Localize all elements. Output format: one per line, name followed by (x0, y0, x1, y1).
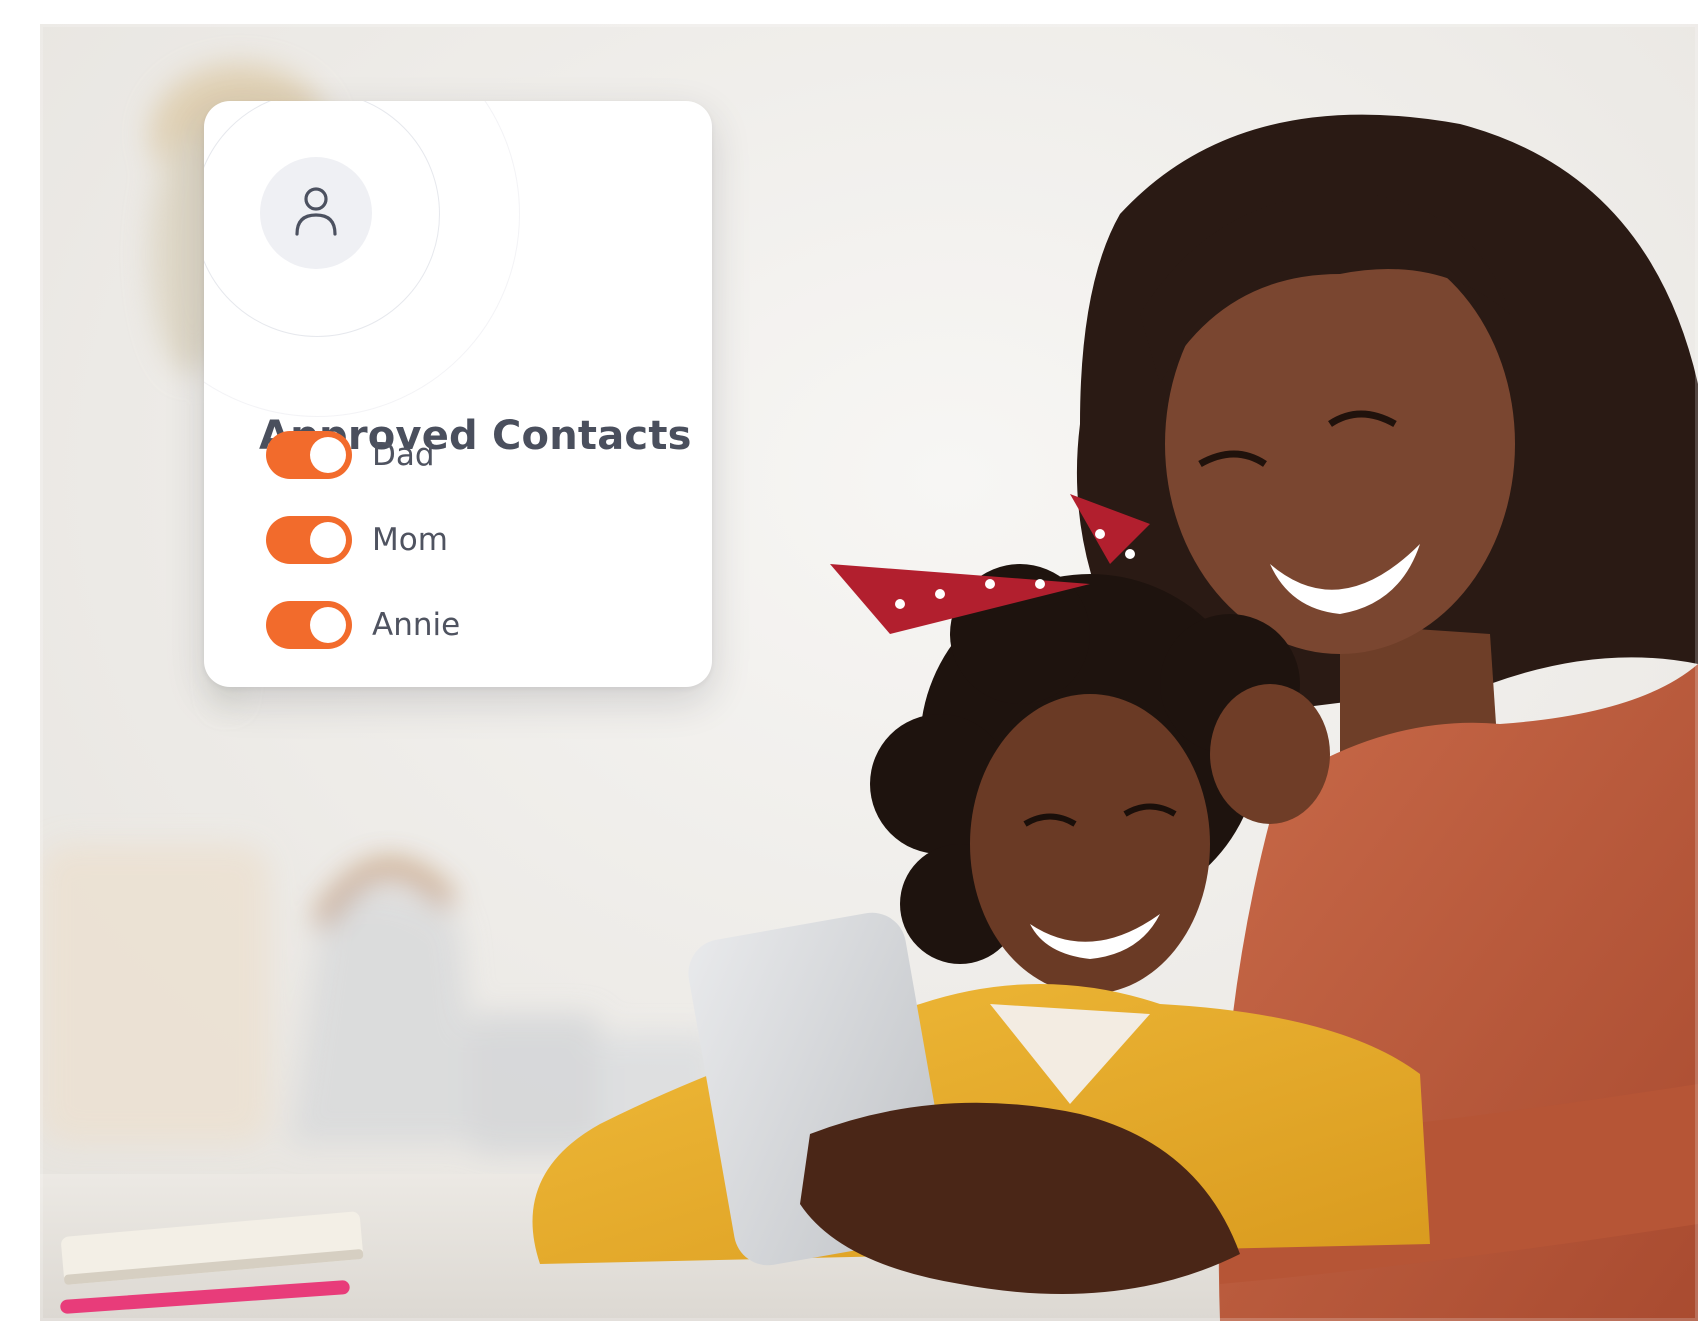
contact-row-annie[interactable]: Annie (266, 601, 460, 649)
toggle-knob (310, 522, 346, 558)
toggle-knob (310, 437, 346, 473)
page: Approved Contacts Dad Mom Annie (0, 0, 1698, 1321)
user-icon (292, 184, 340, 242)
toggle-knob (310, 607, 346, 643)
contact-toggle[interactable] (266, 601, 352, 649)
approved-contacts-card: Approved Contacts Dad Mom Annie (204, 101, 712, 687)
contact-name: Mom (372, 522, 448, 558)
contact-row-dad[interactable]: Dad (266, 431, 435, 479)
avatar (260, 157, 372, 269)
contact-name: Annie (372, 607, 461, 643)
contact-toggle[interactable] (266, 431, 352, 479)
contact-name: Dad (372, 437, 435, 473)
contact-toggle[interactable] (266, 516, 352, 564)
contact-row-mom[interactable]: Mom (266, 516, 448, 564)
avatar-ripple-ring (204, 101, 520, 417)
